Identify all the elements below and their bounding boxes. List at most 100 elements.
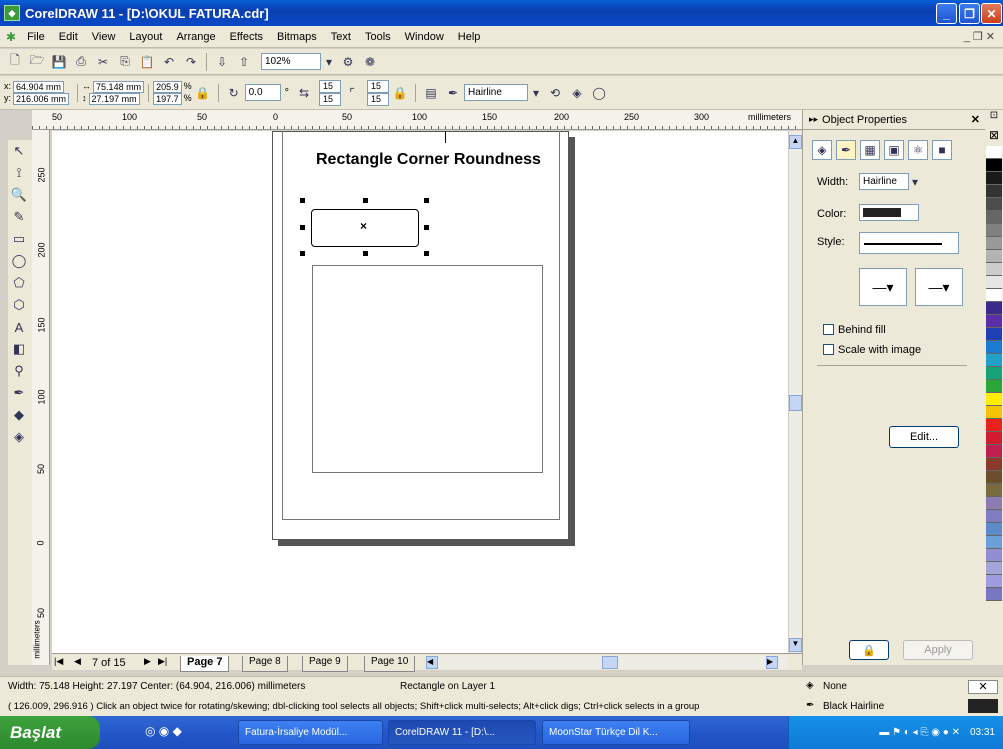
square-rectangle[interactable] [312, 265, 543, 473]
quicklaunch-icons[interactable]: ◎ ◉ ◆ [145, 724, 182, 738]
line-style-select[interactable] [859, 232, 959, 254]
color-swatch[interactable] [986, 588, 1002, 601]
scroll-thumb[interactable] [789, 395, 802, 411]
color-swatch[interactable] [986, 458, 1002, 471]
interactive-blend-icon[interactable]: ◧ [8, 338, 30, 360]
menu-file[interactable]: File [20, 31, 52, 43]
color-swatch[interactable] [986, 198, 1002, 211]
page-tab-10[interactable]: Page 10 [364, 656, 416, 672]
rectangle-tab-icon[interactable]: ■ [932, 140, 952, 160]
color-swatch[interactable] [986, 341, 1002, 354]
color-swatch[interactable] [986, 276, 1002, 289]
task-moonstar[interactable]: MoonStar Türkçe Dil K... [542, 720, 690, 745]
menu-help[interactable]: Help [451, 31, 488, 43]
width-dropdown-icon[interactable]: ▾ [908, 173, 922, 190]
menu-tools[interactable]: Tools [358, 31, 398, 43]
redo-icon[interactable]: ↷ [181, 52, 201, 72]
color-swatch[interactable] [986, 575, 1002, 588]
menu-effects[interactable]: Effects [223, 31, 270, 43]
print-icon[interactable]: ⎙ [71, 52, 91, 72]
selection-handle[interactable] [363, 198, 368, 203]
color-swatch[interactable] [986, 224, 1002, 237]
menu-layout[interactable]: Layout [122, 31, 169, 43]
color-swatch[interactable] [986, 354, 1002, 367]
color-swatch[interactable] [986, 380, 1002, 393]
no-color-swatch[interactable]: ⊠ [985, 128, 1003, 146]
scroll-down-button[interactable]: ▼ [789, 638, 802, 652]
object-height-field[interactable]: 27.197 mm [88, 92, 140, 105]
color-swatch[interactable] [986, 497, 1002, 510]
outline-dropdown-icon[interactable]: ▾ [529, 83, 543, 103]
vertical-scrollbar[interactable]: ▲ ▼ [788, 131, 802, 653]
color-swatch[interactable] [986, 536, 1002, 549]
lock-icon[interactable]: 🔒 [849, 640, 889, 660]
apply-button[interactable]: Apply [903, 640, 973, 660]
color-swatch[interactable] [986, 289, 1002, 302]
outline-pen-icon[interactable]: ✒ [443, 83, 463, 103]
task-fatura[interactable]: Fatura-İrsaliye Modül... [238, 720, 383, 745]
pick-tool-icon[interactable]: ↖ [8, 140, 30, 162]
first-page-icon[interactable]: |◀ [54, 656, 63, 667]
color-swatch[interactable] [986, 172, 1002, 185]
text-tool-icon[interactable]: A [8, 316, 30, 338]
lock-ratio-icon[interactable]: 🔒 [193, 83, 213, 103]
color-swatch[interactable] [986, 315, 1002, 328]
page-tab-8[interactable]: Page 8 [242, 656, 288, 672]
menu-arrange[interactable]: Arrange [169, 31, 222, 43]
selection-handle[interactable] [300, 198, 305, 203]
color-swatch[interactable] [986, 562, 1002, 575]
menu-text[interactable]: Text [324, 31, 358, 43]
paste-icon[interactable]: 📋 [137, 52, 157, 72]
color-swatch[interactable] [986, 549, 1002, 562]
docker-width-field[interactable]: Hairline [859, 173, 909, 190]
copy-icon[interactable]: ⎘ [115, 52, 135, 72]
restore-button[interactable]: ❐ [959, 3, 980, 24]
scroll-right-button[interactable]: ▶ [766, 656, 778, 669]
color-swatch[interactable] [986, 159, 1002, 172]
horizontal-scrollbar[interactable]: ◀ ▶ [426, 656, 788, 669]
prev-page-icon[interactable]: ◀ [74, 656, 81, 667]
color-swatch[interactable] [986, 445, 1002, 458]
cut-icon[interactable]: ✂ [93, 52, 113, 72]
horizontal-ruler[interactable]: 50 100 50 0 50 100 150 200 250 300 milli… [32, 110, 802, 130]
page-heading[interactable]: Rectangle Corner Roundness [316, 151, 541, 169]
rectangle-tool-icon[interactable]: ▭ [8, 228, 30, 250]
menu-edit[interactable]: Edit [52, 31, 85, 43]
start-arrow-select[interactable]: —▾ [859, 268, 907, 306]
object-width-field[interactable]: 75.148 mm [93, 80, 145, 93]
open-icon[interactable]: 🗁 [27, 52, 47, 72]
minimize-button[interactable]: _ [936, 3, 957, 24]
color-swatch[interactable] [986, 484, 1002, 497]
vertical-ruler[interactable]: 250 200 150 100 50 0 50 millimeters [32, 130, 50, 665]
undo-icon[interactable]: ↶ [159, 52, 179, 72]
rotation-field[interactable]: 0.0 [244, 84, 281, 101]
ellipse-shape-icon[interactable]: ◯ [589, 83, 609, 103]
menu-view[interactable]: View [85, 31, 123, 43]
selection-handle[interactable] [363, 251, 368, 256]
round-corners-together-icon[interactable]: 🔒 [390, 83, 410, 103]
behind-fill-checkbox[interactable] [823, 324, 834, 335]
corner-roundness-bl[interactable]: 15 [319, 92, 342, 106]
import-icon[interactable]: ⇩ [212, 52, 232, 72]
eyedropper-icon[interactable]: ⚲ [8, 360, 30, 382]
scroll-left-button[interactable]: ◀ [426, 656, 438, 669]
wrap-text-icon[interactable]: ▤ [421, 83, 441, 103]
color-swatch[interactable] [986, 367, 1002, 380]
zoom-dropdown-icon[interactable]: ▾ [322, 52, 336, 72]
color-swatch[interactable] [986, 510, 1002, 523]
save-icon[interactable]: 💾 [49, 52, 69, 72]
scale-with-image-checkbox[interactable] [823, 344, 834, 355]
color-swatch[interactable] [986, 432, 1002, 445]
docker-close-icon[interactable]: ✕ [971, 113, 980, 126]
palette-flyout-icon[interactable]: ⊡ [985, 110, 1003, 128]
color-swatch[interactable] [986, 250, 1002, 263]
color-swatch[interactable] [986, 263, 1002, 276]
selection-handle[interactable] [424, 225, 429, 230]
drawing-canvas[interactable]: Rectangle Corner Roundness × [52, 131, 788, 653]
shape-tool-icon[interactable]: ⟟ [8, 162, 30, 184]
outline-tool-icon[interactable]: ✒ [8, 382, 30, 404]
outline-swatch[interactable] [968, 699, 998, 713]
convert-curves-icon[interactable]: ⟲ [545, 83, 565, 103]
fill-swatch-none[interactable]: ✕ [968, 680, 998, 694]
center-marker-icon[interactable]: × [360, 219, 367, 233]
